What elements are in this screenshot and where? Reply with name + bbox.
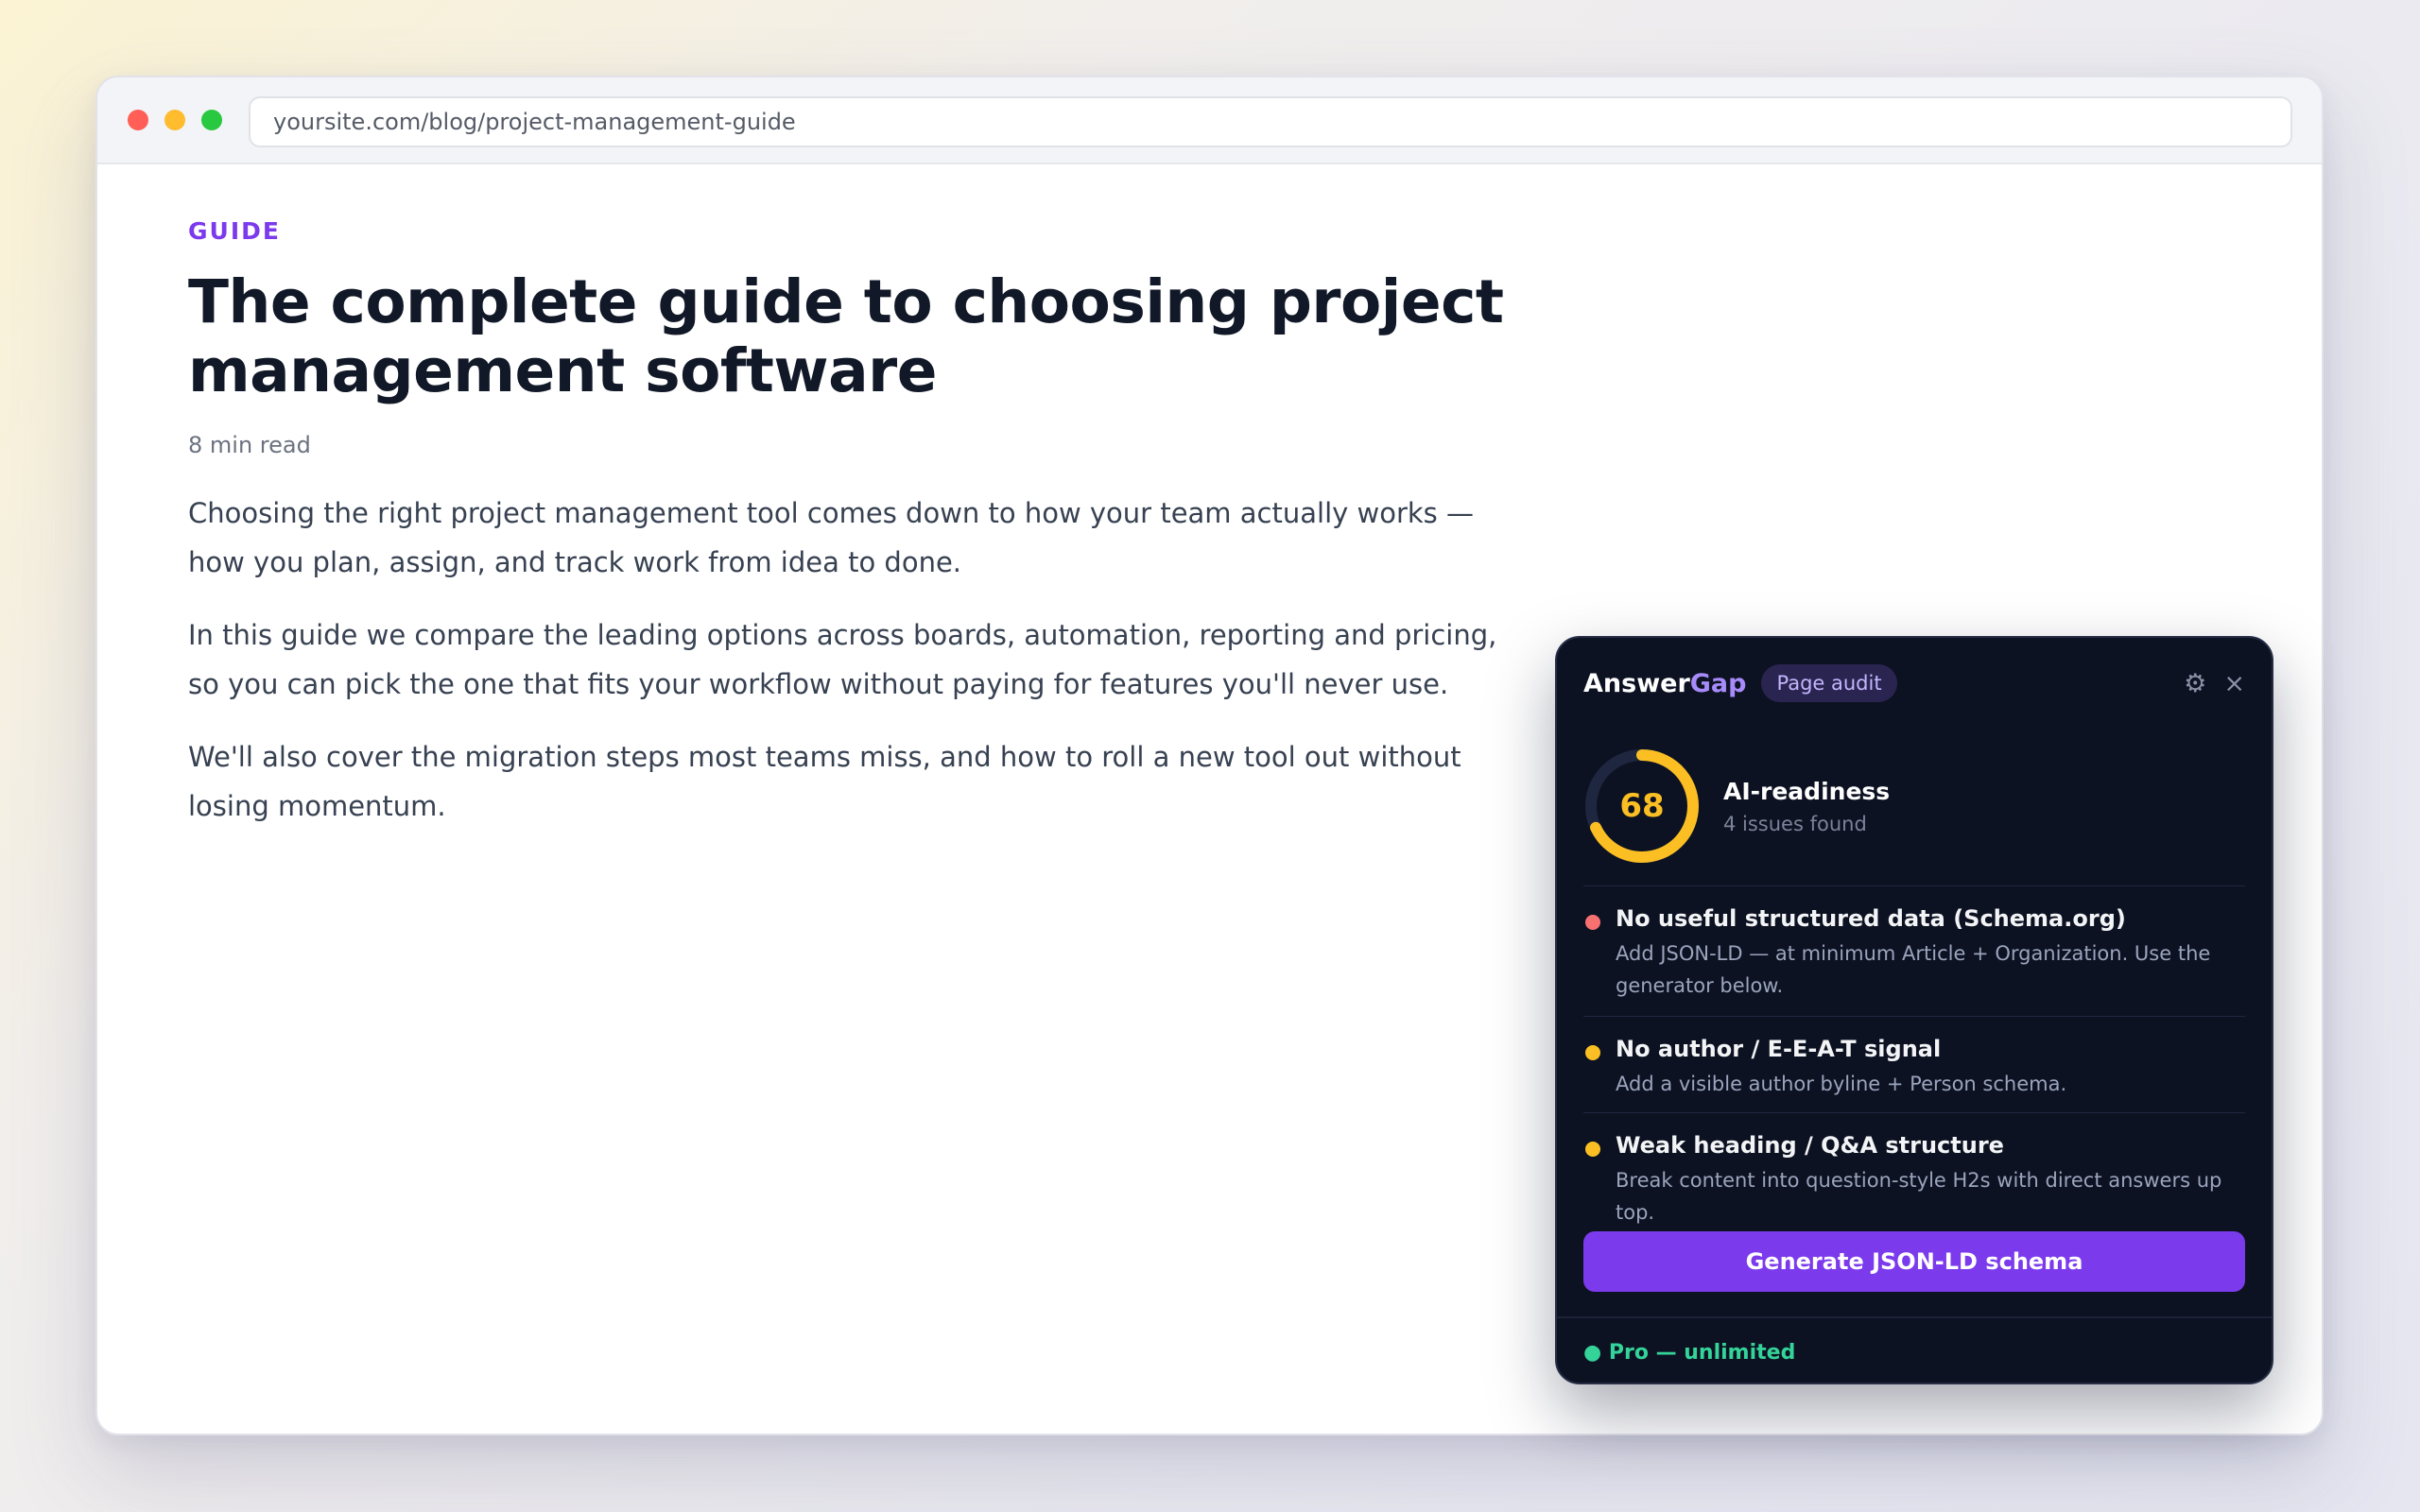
panel-header: AnswerGap Page audit ⚙ × bbox=[1583, 662, 2245, 704]
logo-gap: Gap bbox=[1689, 668, 1747, 698]
severity-dot-high bbox=[1585, 915, 1600, 930]
article-paragraph: We'll also cover the migration steps mos… bbox=[188, 741, 1461, 822]
issue-title: Weak heading / Q&A structure bbox=[1616, 1132, 2004, 1159]
severity-dot-medium bbox=[1585, 1045, 1600, 1060]
maximize-window-button[interactable] bbox=[201, 110, 222, 130]
url-text: yoursite.com/blog/project-management-gui… bbox=[273, 109, 796, 135]
severity-dot-medium bbox=[1585, 1142, 1600, 1157]
article-title-line-2: management software bbox=[188, 336, 937, 405]
address-bar[interactable]: yoursite.com/blog/project-management-gui… bbox=[249, 96, 2292, 147]
issue-item[interactable]: No useful structured data (Schema.org) A… bbox=[1583, 885, 2245, 1016]
issue-list: No useful structured data (Schema.org) A… bbox=[1583, 885, 2245, 1224]
close-window-button[interactable] bbox=[128, 110, 148, 130]
read-time: 8 min read bbox=[188, 432, 311, 458]
issue-description: Break content into question-style H2s wi… bbox=[1616, 1169, 2222, 1224]
panel-footer: ● Pro — unlimited bbox=[1557, 1316, 2272, 1383]
readiness-summary: AI-readiness 4 issues found bbox=[1723, 778, 1890, 835]
score-gauge: 68 bbox=[1583, 747, 1701, 865]
issues-count: 4 issues found bbox=[1723, 813, 1867, 835]
article: GUIDE The complete guide to choosing pro… bbox=[188, 217, 1549, 831]
page-audit-badge: Page audit bbox=[1761, 664, 1897, 702]
issue-title: No useful structured data (Schema.org) bbox=[1616, 905, 2126, 932]
browser-toolbar: yoursite.com/blog/project-management-gui… bbox=[97, 77, 2322, 164]
article-title: The complete guide to choosing project m… bbox=[188, 267, 1549, 405]
article-paragraph: In this guide we compare the leading opt… bbox=[188, 619, 1497, 700]
article-title-line-1: The complete guide to choosing project bbox=[188, 267, 1504, 336]
close-icon[interactable]: × bbox=[2223, 671, 2245, 696]
article-paragraph: Choosing the right project management to… bbox=[188, 497, 1475, 578]
article-category: GUIDE bbox=[188, 217, 281, 245]
issue-item[interactable]: No author / E-E-A-T signal Add a visible… bbox=[1583, 1016, 2245, 1112]
generate-schema-button[interactable]: Generate JSON-LD schema bbox=[1583, 1231, 2245, 1292]
issue-description: Add a visible author byline + Person sch… bbox=[1616, 1073, 2067, 1095]
logo-answer: Answer bbox=[1583, 668, 1690, 698]
minimize-window-button[interactable] bbox=[164, 110, 185, 130]
score-value: 68 bbox=[1619, 787, 1665, 825]
readiness-title: AI-readiness bbox=[1723, 778, 1891, 805]
issue-item[interactable]: Weak heading / Q&A structure Break conte… bbox=[1583, 1112, 2245, 1224]
answergap-logo: AnswerGap bbox=[1583, 669, 1746, 698]
plan-status: ● Pro — unlimited bbox=[1583, 1340, 1796, 1365]
issue-description: Add JSON-LD — at minimum Article + Organ… bbox=[1616, 942, 2211, 997]
gear-icon[interactable]: ⚙ bbox=[2184, 671, 2206, 696]
audit-panel: AnswerGap Page audit ⚙ × 68 AI-readiness… bbox=[1555, 636, 2273, 1384]
issue-title: No author / E-E-A-T signal bbox=[1616, 1036, 1942, 1062]
